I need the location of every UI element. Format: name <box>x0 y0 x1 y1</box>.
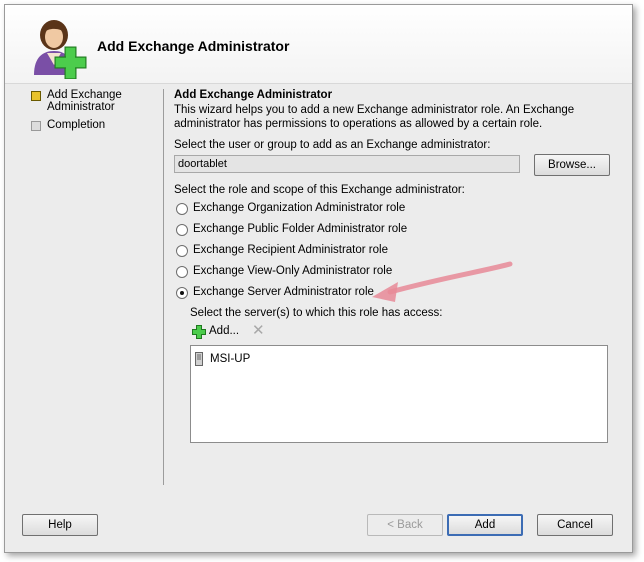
role-label-text: Exchange Recipient Administrator role <box>193 244 388 256</box>
user-label: Select the user or group to add as an Ex… <box>174 139 491 151</box>
radio-icon[interactable] <box>176 203 188 215</box>
back-button[interactable]: < Back <box>367 514 443 536</box>
step-label: Completion <box>47 119 106 131</box>
cancel-button[interactable]: Cancel <box>537 514 613 536</box>
wizard-title: Add Exchange Administrator <box>97 38 290 54</box>
servers-label: Select the server(s) to which this role … <box>190 307 443 319</box>
browse-button[interactable]: Browse... <box>534 154 610 176</box>
server-section: Select the server(s) to which this role … <box>190 307 616 443</box>
step-completion: Completion <box>29 119 147 131</box>
user-field[interactable]: doortablet <box>174 155 520 173</box>
radio-icon[interactable] <box>176 224 188 236</box>
role-label-text: Exchange Organization Administrator role <box>193 202 406 214</box>
role-radio-public-folder[interactable]: Exchange Public Folder Administrator rol… <box>174 219 616 240</box>
role-radio-server[interactable]: Exchange Server Administrator role <box>174 282 616 303</box>
wizard-header: Add Exchange Administrator <box>5 5 632 84</box>
step-active-icon <box>31 91 41 101</box>
admin-avatar-icon <box>34 20 87 79</box>
user-row: doortablet Browse... <box>174 154 616 178</box>
role-radio-recipient[interactable]: Exchange Recipient Administrator role <box>174 240 616 261</box>
server-name: MSI-UP <box>210 353 251 365</box>
step-label: Add Exchange Administrator <box>47 89 122 113</box>
wizard-steps: Add Exchange Administrator Completion <box>29 89 147 137</box>
delete-x-icon[interactable]: ✕ <box>252 323 265 339</box>
wizard-content: Add Exchange Administrator This wizard h… <box>174 89 616 443</box>
radio-icon[interactable] <box>176 245 188 257</box>
radio-checked-icon[interactable] <box>176 287 188 299</box>
wizard-window: Add Exchange Administrator Add Exchange … <box>4 4 633 553</box>
section-description: This wizard helps you to add a new Excha… <box>174 104 575 130</box>
role-label: Select the role and scope of this Exchan… <box>174 184 465 196</box>
role-label-text: Exchange View-Only Administrator role <box>193 265 393 277</box>
add-server-button[interactable]: Add... <box>209 325 239 337</box>
server-icon <box>195 352 203 366</box>
server-toolbar: Add... ✕ <box>190 321 616 343</box>
plus-icon[interactable] <box>192 325 206 339</box>
server-list[interactable]: MSI-UP <box>190 345 608 443</box>
step-add-exchange-administrator: Add Exchange Administrator <box>29 89 147 113</box>
role-radio-organization[interactable]: Exchange Organization Administrator role <box>174 198 616 219</box>
radio-icon[interactable] <box>176 266 188 278</box>
help-button[interactable]: Help <box>22 514 98 536</box>
divider <box>163 89 164 485</box>
role-radio-view-only[interactable]: Exchange View-Only Administrator role <box>174 261 616 282</box>
role-label-text: Exchange Server Administrator role <box>193 286 374 298</box>
role-label-text: Exchange Public Folder Administrator rol… <box>193 223 408 235</box>
step-pending-icon <box>31 121 41 131</box>
add-button[interactable]: Add <box>447 514 523 536</box>
section-title: Add Exchange Administrator <box>174 89 333 101</box>
